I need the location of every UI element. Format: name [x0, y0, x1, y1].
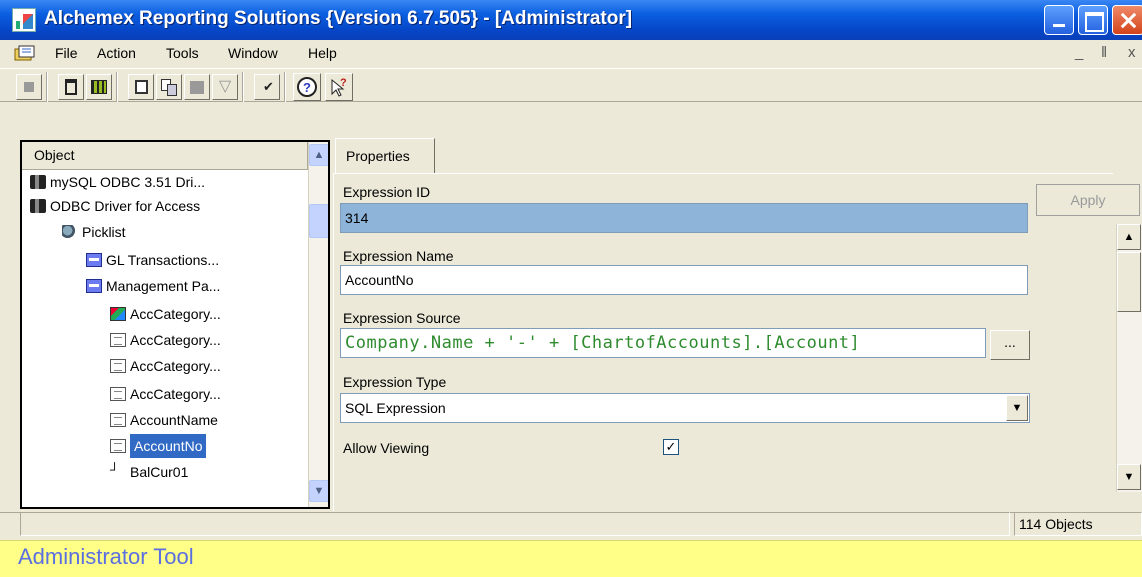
- picklist-icon: [62, 225, 78, 239]
- menu-action[interactable]: Action: [97, 45, 136, 61]
- minimize-button[interactable]: [1044, 5, 1074, 35]
- document-icon: [110, 439, 126, 453]
- mdi-close-button[interactable]: x: [1128, 44, 1136, 61]
- expression-type-select[interactable]: SQL Expression: [340, 393, 1030, 423]
- tree-item-label: Management Pa...: [106, 278, 221, 294]
- scroll-up-icon[interactable]: ▲: [309, 144, 328, 166]
- properties-scrollbar[interactable]: ▲ ▼: [1116, 224, 1142, 492]
- stop-icon[interactable]: [16, 74, 42, 100]
- document-icon: [110, 413, 126, 427]
- tree-item-label: AccCategory...: [130, 386, 221, 402]
- expression-builder-button[interactable]: ...: [990, 330, 1030, 360]
- tree-item-label: AccCategory...: [130, 332, 221, 348]
- chevron-down-icon[interactable]: ▼: [1006, 395, 1028, 421]
- document-icon: [110, 387, 126, 401]
- tree-item-label: AccountNo: [130, 434, 207, 458]
- document-icon: [110, 359, 126, 373]
- help-icon[interactable]: ?: [293, 73, 321, 101]
- apply-button[interactable]: Apply: [1036, 184, 1140, 216]
- field-icon: ┘: [110, 462, 120, 477]
- object-count: 114 Objects: [1014, 512, 1142, 536]
- tree-column-header[interactable]: Object: [22, 142, 308, 170]
- document-folder-icon[interactable]: [14, 45, 36, 61]
- pointer-help-icon[interactable]: ?: [325, 73, 353, 101]
- table-icon: [86, 279, 102, 293]
- allow-viewing-label: Allow Viewing: [343, 440, 430, 456]
- scroll-up-icon[interactable]: ▲: [1117, 224, 1141, 250]
- tree-item-label: GL Transactions...: [106, 252, 220, 268]
- odbc-driver-icon: [30, 199, 46, 213]
- scroll-down-icon[interactable]: ▼: [309, 480, 328, 502]
- toolbar-separator: [46, 72, 48, 102]
- paste-icon[interactable]: [184, 74, 210, 100]
- menu-file[interactable]: File: [55, 45, 78, 61]
- allow-viewing-checkbox[interactable]: ✓: [663, 439, 679, 455]
- table-icon: [86, 253, 102, 267]
- toolbar-separator: [116, 72, 118, 102]
- mdi-minimize-button[interactable]: _: [1075, 44, 1083, 61]
- scroll-thumb[interactable]: [309, 204, 328, 238]
- window-title: Alchemex Reporting Solutions {Version 6.…: [44, 8, 633, 29]
- category-icon: [110, 307, 126, 321]
- menu-help[interactable]: Help: [308, 45, 337, 61]
- tree-item-label: ODBC Driver for Access: [50, 198, 201, 214]
- tree-item-label: AccountName: [130, 412, 218, 428]
- expression-type-label: Expression Type: [343, 374, 447, 390]
- copy-icon[interactable]: [156, 74, 182, 100]
- status-panel: [20, 512, 1010, 536]
- svg-text:?: ?: [303, 80, 311, 95]
- toolbar-separator: [284, 72, 286, 102]
- maximize-button[interactable]: [1078, 5, 1108, 35]
- column-header-label: Object: [34, 147, 75, 163]
- toolbar-separator: [242, 72, 244, 102]
- menu-window[interactable]: Window: [228, 45, 278, 61]
- scroll-down-icon[interactable]: ▼: [1117, 464, 1141, 490]
- tree-scrollbar[interactable]: ▲ ▼: [308, 142, 328, 507]
- object-tree[interactable]: Object ▲ ▼ mySQL ODBC 3.51 Dri... ODBC Dr…: [20, 140, 330, 509]
- tree-item-label: AccCategory...: [130, 306, 221, 322]
- app-icon[interactable]: [12, 8, 36, 32]
- filter-icon[interactable]: ▽: [212, 74, 238, 100]
- tree-item-label: AccCategory...: [130, 358, 221, 374]
- tab-label: Properties: [346, 148, 410, 164]
- check-icon[interactable]: ✔: [254, 74, 280, 100]
- expression-id-field[interactable]: 314: [340, 203, 1028, 233]
- tree-item-label: mySQL ODBC 3.51 Dri...: [50, 174, 206, 190]
- refresh-icon[interactable]: [128, 74, 154, 100]
- tree-item-label: Picklist: [82, 224, 126, 240]
- expression-source-field[interactable]: Company.Name + '-' + [ChartofAccounts].[…: [340, 328, 986, 358]
- expression-source-label: Expression Source: [343, 310, 461, 326]
- mdi-restore-button[interactable]: ǁ: [1101, 44, 1107, 61]
- checkmark-icon: ✓: [665, 439, 677, 454]
- grid-icon[interactable]: [86, 74, 112, 100]
- expression-name-label: Expression Name: [343, 248, 454, 264]
- scroll-thumb[interactable]: [1117, 252, 1141, 312]
- tree-item-label: BalCur01: [130, 464, 189, 480]
- svg-text:?: ?: [340, 77, 347, 89]
- close-button[interactable]: [1112, 5, 1142, 35]
- document-icon: [110, 333, 126, 347]
- odbc-driver-icon: [30, 175, 46, 189]
- expression-id-label: Expression ID: [343, 184, 431, 200]
- footer-title: Administrator Tool: [18, 544, 194, 569]
- menu-tools[interactable]: Tools: [166, 45, 199, 61]
- expression-name-field[interactable]: AccountNo: [340, 265, 1028, 295]
- delete-icon[interactable]: [58, 74, 84, 100]
